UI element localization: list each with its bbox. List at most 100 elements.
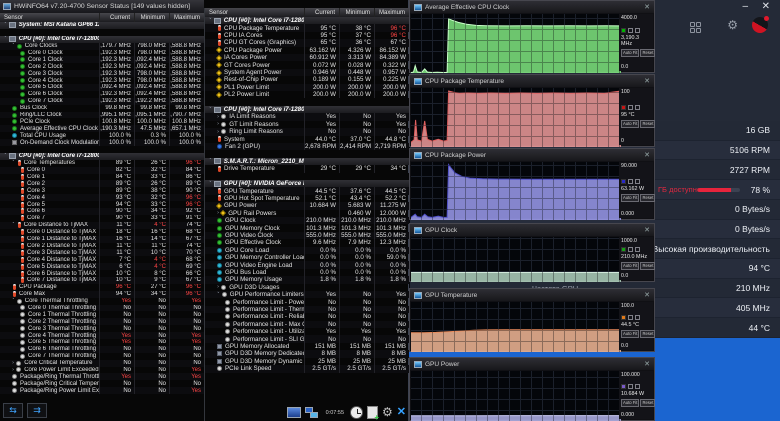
sensor-row[interactable]: Core 7 Thermal ThrottlingNoNoNo <box>0 353 204 360</box>
graph-titlebar[interactable]: CPU Package Power✕ <box>410 149 654 161</box>
sensor-row[interactable]: ˅Core Thermal ThrottlingYesNoYes <box>0 298 204 305</box>
series-legend-swatch[interactable] <box>621 179 626 184</box>
sensor-row[interactable]: ›GPU D3D Usages <box>205 284 409 291</box>
sensor-row[interactable]: CPU Package96 °C27 °C96 °C <box>0 284 204 291</box>
column-header[interactable]: Maximum <box>169 13 204 22</box>
sensor-row[interactable]: CPU IA Cores95 °C37 °C96 °C <box>205 32 409 39</box>
sensor-row[interactable]: GPU D3D Memory Dedicated8 MB8 MB8 MB <box>205 350 409 357</box>
sensor-row[interactable]: System Agent Power0.946 W0.448 W0.957 W <box>205 69 409 76</box>
sensor-row[interactable]: PCIe Clock100.8 MHz100.0 MHz100.8 MHz <box>0 118 204 125</box>
sensor-row[interactable]: Core 6 Distance to TjMAX10 °C8 °C66 °C <box>0 270 204 277</box>
close-icon[interactable]: ✕ <box>644 3 650 11</box>
reset-button[interactable]: Reset <box>640 262 655 270</box>
column-header[interactable]: Sensor <box>0 15 99 21</box>
gear-icon[interactable]: ⚙ <box>727 18 738 32</box>
close-icon[interactable]: ✕ <box>644 226 650 234</box>
sensor-row[interactable]: Core 690 °C34 °C92 °C <box>0 208 204 215</box>
settings-gear-icon[interactable]: ⚙ <box>382 406 393 419</box>
sensor-row[interactable]: Performance Limit - UtilizationYesYesYes <box>205 328 409 335</box>
sensor-row[interactable]: Performance Limit - PowerNoNoNo <box>205 298 409 305</box>
sensor-row[interactable]: Core 0 Clock3,192.3 MHz798.0 MHz4,588.8 … <box>0 50 204 57</box>
graph-titlebar[interactable]: Average Effective CPU Clock✕ <box>410 1 654 13</box>
hwinfo-titlebar[interactable]: HWiNFO64 v7.20-4700 Sensor Status [149 v… <box>0 0 204 13</box>
sensor-row[interactable]: Core 7 Distance to TjMAX10 °C9 °C67 °C <box>0 277 204 284</box>
graph-titlebar[interactable]: CPU Package Temperature✕ <box>410 75 654 87</box>
sensor-row[interactable]: Core 1 Distance to TjMAX16 °C14 °C67 °C <box>0 236 204 243</box>
sensor-row[interactable]: GPU Bus Load0.0 %0.0 %0.0 % <box>205 269 409 276</box>
close-sensors-icon[interactable]: ✕ <box>397 406 406 419</box>
sensor-section-row[interactable]: ˅CPU [#0]: Intel Core i7-12800H: Perform… <box>205 106 409 113</box>
sensor-row[interactable]: IA Cores Power60.912 W3.313 W84.389 W <box>205 54 409 61</box>
sensor-row[interactable]: Core 2 Distance to TjMAX11 °C11 °C74 °C <box>0 243 204 250</box>
series-legend-swatch[interactable] <box>621 315 626 320</box>
sensor-row[interactable]: Core 790 °C33 °C91 °C <box>0 215 204 222</box>
sensor-row[interactable]: Core 2 Clock3,192.3 MHz3,092.4 MHz4,588.… <box>0 63 204 70</box>
close-icon[interactable]: ✕ <box>644 360 650 368</box>
sensor-row[interactable]: Package/Ring Thermal ThrottlingYesNoYes <box>0 373 204 380</box>
auto-fit-button[interactable]: Auto Fit <box>621 330 639 338</box>
sensor-row[interactable]: ›Ring Limit ReasonsNoNoNo <box>205 128 409 135</box>
sensor-row[interactable]: Core 4 Thermal ThrottlingYesNoYes <box>0 332 204 339</box>
report-icon[interactable] <box>367 406 378 419</box>
sensor-row[interactable]: Core 7 Clock3,192.3 MHz3,192.2 MHz4,588.… <box>0 98 204 105</box>
sensor-row[interactable]: Performance Limit - SLI GPUBoost SyncNoN… <box>205 335 409 342</box>
sensor-row[interactable]: Bus Clock99.8 MHz99.8 MHz99.8 MHz <box>0 105 204 112</box>
sensor-row[interactable]: GPU Clock210.0 MHz210.0 MHz210.0 MHz <box>205 217 409 224</box>
sensor-row[interactable]: GPU Memory Controller Load0.0 %0.0 %59.0… <box>205 254 409 261</box>
sensor-row[interactable]: PCIe Link Speed2.5 GT/s2.5 GT/s2.5 GT/s <box>205 365 409 372</box>
sensor-row[interactable]: GT Cores Power0.072 W0.028 W0.322 W <box>205 61 409 68</box>
legend-checkbox[interactable] <box>628 179 633 184</box>
graph-titlebar[interactable]: GPU Temperature✕ <box>410 289 654 301</box>
column-header[interactable]: Minimum <box>134 13 169 22</box>
sensor-row[interactable]: Core 389 °C38 °C90 °C <box>0 187 204 194</box>
sensor-row[interactable]: Core 1 Clock3,192.3 MHz3,092.4 MHz4,588.… <box>0 56 204 63</box>
minimize-button[interactable]: – <box>742 1 748 13</box>
sensor-row[interactable]: Core 4 Distance to TjMAX7 °C4 °C68 °C <box>0 256 204 263</box>
legend-checkbox[interactable] <box>628 247 633 252</box>
reset-button[interactable]: Reset <box>640 194 655 202</box>
sensor-row[interactable]: Core Max94 °C34 °C96 °C <box>0 291 204 298</box>
column-header[interactable]: Sensor <box>205 10 304 16</box>
sensor-row[interactable]: Core 184 °C33 °C86 °C <box>0 174 204 181</box>
auto-fit-button[interactable]: Auto Fit <box>621 49 639 57</box>
sensor-row[interactable]: ›GPU Rail Powers0.460 W12.000 W <box>205 210 409 217</box>
sensor-row[interactable]: Drive Temperature29 °C29 °C34 °C <box>205 165 409 172</box>
column-header[interactable]: Minimum <box>339 8 374 17</box>
series-legend-swatch[interactable] <box>621 247 626 252</box>
sensor-row[interactable]: Core 289 °C26 °C89 °C <box>0 180 204 187</box>
sensor-section-row[interactable]: ˅GPU [#0]: NVIDIA GeForce RTX 3070 Lapto… <box>205 180 409 187</box>
legend-checkbox[interactable] <box>635 28 640 33</box>
sensor-row[interactable]: ›GT Limit ReasonsYesNoYes <box>205 121 409 128</box>
sensor-row[interactable]: CPU GT Cores (Graphics)65 °C36 °C67 °C <box>205 39 409 46</box>
sensor-row[interactable]: CPU Package Temperature95 °C38 °C96 °C <box>205 24 409 31</box>
sensor-row[interactable]: GPU Power10.684 W5.683 W11.275 W <box>205 202 409 209</box>
sensor-row[interactable]: Core 3 Clock3,192.3 MHz798.0 MHz4,588.8 … <box>0 70 204 77</box>
sensor-row[interactable]: Core 082 °C32 °C84 °C <box>0 167 204 174</box>
sensor-row[interactable]: GPU Memory Clock101.3 MHz101.3 MHz101.3 … <box>205 224 409 231</box>
close-icon[interactable]: ✕ <box>644 151 650 159</box>
column-header[interactable]: Current <box>304 8 339 17</box>
graph-titlebar[interactable]: GPU Power✕ <box>410 358 654 370</box>
series-legend-swatch[interactable] <box>621 28 626 33</box>
sensor-row[interactable]: Core 3 Thermal ThrottlingNoNoNo <box>0 325 204 332</box>
sensor-row[interactable]: Core 5 Distance to TjMAX6 °C4 °C69 °C <box>0 263 204 270</box>
sensor-row[interactable]: ˅Core Clocks3,179.7 MHz798.0 MHz4,588.8 … <box>0 43 204 50</box>
sensor-row[interactable]: On-Demand Clock Modulation100.0 %100.0 %… <box>0 139 204 146</box>
sensor-row[interactable]: PL1 Power Limit200.0 W200.0 W200.0 W <box>205 84 409 91</box>
auto-fit-button[interactable]: Auto Fit <box>621 262 639 270</box>
sensor-row[interactable]: ˅Core Temperatures89 °C26 °C96 °C <box>0 160 204 167</box>
auto-fit-button[interactable]: Auto Fit <box>621 194 639 202</box>
sensor-row[interactable]: Core 0 Thermal ThrottlingNoNoNo <box>0 305 204 312</box>
sensor-row[interactable]: GPU Video Clock555.0 MHz555.0 MHz555.0 M… <box>205 232 409 239</box>
sensor-row[interactable]: CPU Package Power63.162 W4.326 W86.152 W <box>205 47 409 54</box>
sensor-row[interactable]: Package/Ring Critical TemperatureNoNoNo <box>0 380 204 387</box>
sensor-row[interactable]: GPU Core Load0.0 %0.0 %0.0 % <box>205 247 409 254</box>
sensor-section-row[interactable]: ˅CPU [#0]: Intel Core i7-12800H: DTS <box>0 153 204 160</box>
expand-columns-button[interactable]: ⇉ <box>27 403 47 418</box>
auto-fit-button[interactable]: Auto Fit <box>621 120 639 128</box>
sensor-row[interactable]: Total CPU Usage100.0 %0.3 %100.0 % <box>0 132 204 139</box>
sensor-row[interactable]: Core 3 Distance to TjMAX11 °C10 °C70 °C <box>0 249 204 256</box>
sensor-row[interactable]: Core 6 Clock3,192.3 MHz3,092.4 MHz4,588.… <box>0 91 204 98</box>
legend-checkbox[interactable] <box>635 247 640 252</box>
close-button[interactable]: ✕ <box>762 1 770 13</box>
